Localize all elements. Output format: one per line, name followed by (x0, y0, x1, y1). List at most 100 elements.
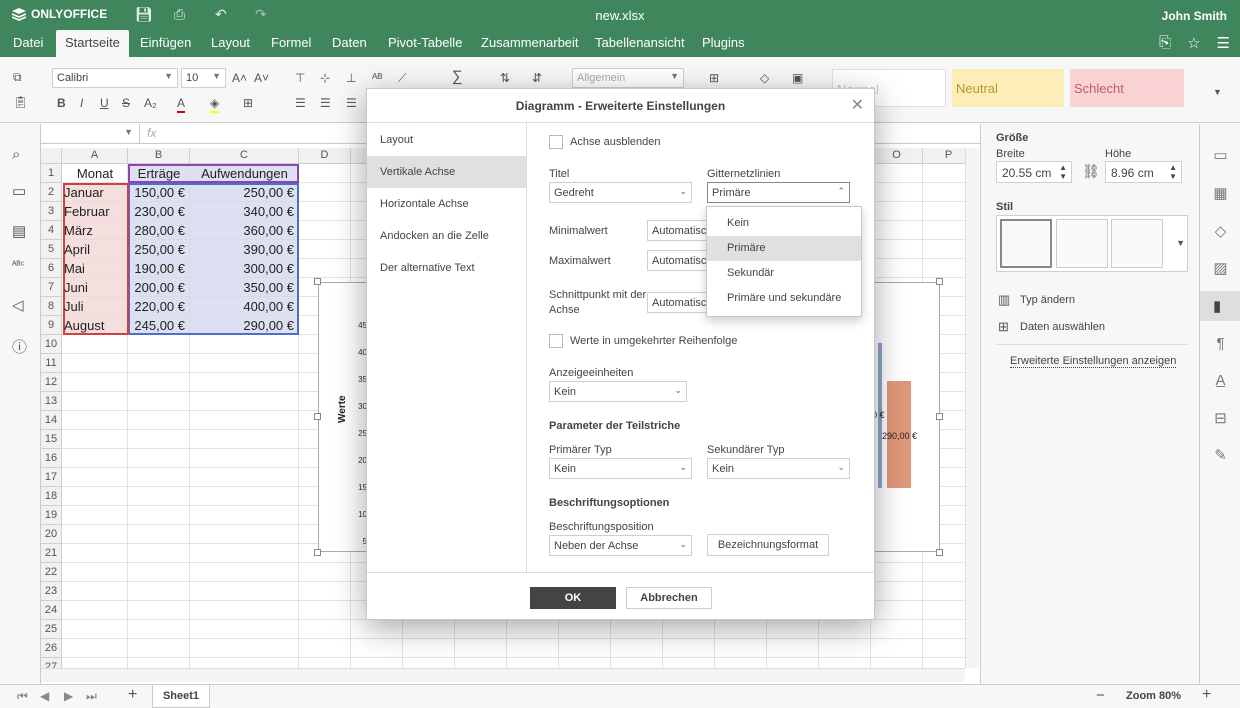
table-header-cell[interactable]: Monat (62, 164, 128, 183)
table-cell[interactable]: 250,00 € (128, 240, 185, 259)
column-header[interactable]: O (871, 148, 923, 164)
cell-settings-icon[interactable]: ▭ (1200, 146, 1240, 164)
table-cell[interactable]: 300,00 € (190, 259, 294, 278)
redo-icon[interactable]: ↷ (255, 6, 267, 23)
wrap-text-icon[interactable]: ᴬᴮ (372, 70, 382, 86)
info-icon[interactable]: ⓘ (12, 336, 27, 357)
align-right-icon[interactable]: ☰ (346, 95, 357, 111)
zoom-in-icon[interactable]: + (1202, 686, 1211, 704)
copy-icon[interactable]: ⧉ (13, 69, 22, 85)
feedback-icon[interactable]: ◁ (12, 296, 24, 314)
increase-font-icon[interactable]: A˄ (232, 70, 247, 86)
open-location-icon[interactable]: ⎘ (1159, 34, 1171, 52)
chart-style-option[interactable] (1000, 219, 1052, 268)
table-cell[interactable]: 220,00 € (128, 297, 185, 316)
row-header[interactable]: 24 (41, 601, 62, 620)
row-header[interactable]: 9 (41, 316, 62, 335)
font-name-select[interactable]: Calibri ▼ (52, 68, 178, 88)
row-header[interactable]: 10 (41, 335, 62, 354)
label-position-select[interactable]: Neben der Achse ⌄ (549, 535, 692, 556)
shape-settings-icon[interactable]: ◇ (1200, 222, 1240, 240)
ok-button[interactable]: OK (530, 587, 616, 609)
next-sheet-icon[interactable]: ▶ (64, 689, 73, 703)
table-cell[interactable]: Juni (64, 278, 125, 297)
clear-icon[interactable]: ◇ (760, 70, 769, 86)
major-type-select[interactable]: Kein ⌄ (549, 458, 692, 479)
styles-expand-icon[interactable]: ▼ (1213, 84, 1222, 100)
sort-desc-icon[interactable]: ⇵ (532, 70, 542, 86)
text-art-settings-icon[interactable]: A̲ (1200, 372, 1240, 389)
table-cell[interactable]: April (64, 240, 125, 259)
add-sheet-icon[interactable]: + (128, 686, 137, 704)
chart-handle[interactable] (936, 413, 943, 420)
chart-style-option[interactable] (1056, 219, 1108, 268)
row-header[interactable]: 19 (41, 506, 62, 525)
table-cell[interactable]: Juli (64, 297, 125, 316)
table-cell[interactable]: 390,00 € (190, 240, 294, 259)
sort-asc-icon[interactable]: ⇅ (500, 70, 510, 86)
align-top-icon[interactable]: ⊤ (295, 70, 305, 86)
advanced-settings-link[interactable]: Erweiterte Einstellungen anzeigen (1010, 355, 1177, 368)
prev-sheet-icon[interactable]: ◀ (40, 689, 49, 703)
row-header[interactable]: 1 (41, 164, 62, 183)
chart-handle[interactable] (936, 549, 943, 556)
gridlines-option-minor[interactable]: Sekundär (707, 261, 861, 286)
italic-icon[interactable]: I (80, 95, 83, 111)
style-bad[interactable]: Schlecht (1070, 69, 1184, 107)
row-header[interactable]: 11 (41, 354, 62, 373)
fill-color-icon[interactable]: ◈ (210, 95, 220, 113)
max-value-select[interactable]: Automatisch (647, 250, 709, 271)
save-icon[interactable]: 💾︎ (135, 6, 153, 23)
column-header[interactable]: B (128, 148, 190, 164)
favorite-star-icon[interactable]: ☆ (1187, 34, 1200, 52)
chart-handle[interactable] (314, 549, 321, 556)
row-header[interactable]: 14 (41, 411, 62, 430)
table-cell[interactable]: 350,00 € (190, 278, 294, 297)
table-cell[interactable]: 200,00 € (128, 278, 185, 297)
bold-icon[interactable]: B (57, 95, 66, 111)
nav-layout[interactable]: Layout (367, 124, 527, 156)
underline-icon[interactable]: U (100, 95, 109, 111)
zoom-out-icon[interactable]: − (1096, 687, 1105, 704)
strikethrough-icon[interactable]: S (122, 95, 130, 111)
cancel-button[interactable]: Abbrechen (626, 587, 712, 609)
chart-handle[interactable] (936, 278, 943, 285)
axis-cross-select[interactable]: Automatisch (647, 292, 709, 313)
table-cell[interactable]: 150,00 € (128, 183, 185, 202)
hamburger-menu-icon[interactable]: ☰ (1217, 34, 1230, 52)
table-cell[interactable]: 290,00 € (190, 316, 294, 335)
row-header[interactable]: 8 (41, 297, 62, 316)
gridlines-select[interactable]: Primäre ⌃ (707, 182, 850, 203)
style-gallery-expand-icon[interactable]: ▼ (1176, 238, 1185, 248)
undo-icon[interactable]: ↶ (215, 6, 227, 23)
row-header[interactable]: 22 (41, 563, 62, 582)
font-size-select[interactable]: 10 ▼ (181, 68, 226, 88)
width-input[interactable]: 20.55 cm ▲ ▼ (996, 161, 1072, 183)
table-cell[interactable]: 190,00 € (128, 259, 185, 278)
user-name[interactable]: John Smith (1162, 9, 1227, 23)
table-cell[interactable]: 360,00 € (190, 221, 294, 240)
label-format-button[interactable]: Bezeichnungsformat (707, 534, 829, 556)
horizontal-scrollbar[interactable] (41, 668, 965, 682)
row-header[interactable]: 16 (41, 449, 62, 468)
row-header[interactable]: 3 (41, 202, 62, 221)
height-input[interactable]: 8.96 cm ▲ ▼ (1105, 161, 1182, 183)
tab-daten[interactable]: Daten (323, 30, 376, 57)
chart-handle[interactable] (314, 413, 321, 420)
sum-icon[interactable]: ∑ (452, 69, 463, 85)
function-icon[interactable]: fx (147, 126, 156, 140)
close-icon[interactable]: ✕ (851, 89, 864, 123)
comments-icon[interactable]: ▭ (12, 182, 26, 200)
row-header[interactable]: 15 (41, 430, 62, 449)
sheet-tab[interactable]: Sheet1 (152, 685, 210, 708)
gridlines-option-none[interactable]: Kein (707, 211, 861, 236)
number-format-select[interactable]: Allgemein ▼ (572, 68, 684, 88)
align-bottom-icon[interactable]: ⊥ (346, 70, 356, 86)
subscript-icon[interactable]: A₂ (144, 95, 157, 111)
row-header[interactable]: 2 (41, 183, 62, 202)
last-sheet-icon[interactable]: ⏭ (86, 689, 97, 704)
borders-icon[interactable]: ⊞ (243, 95, 253, 111)
paragraph-settings-icon[interactable]: ¶ (1200, 335, 1240, 352)
align-left-icon[interactable]: ☰ (295, 95, 306, 111)
nav-cell-snapping[interactable]: Andocken an die Zelle (367, 220, 527, 252)
